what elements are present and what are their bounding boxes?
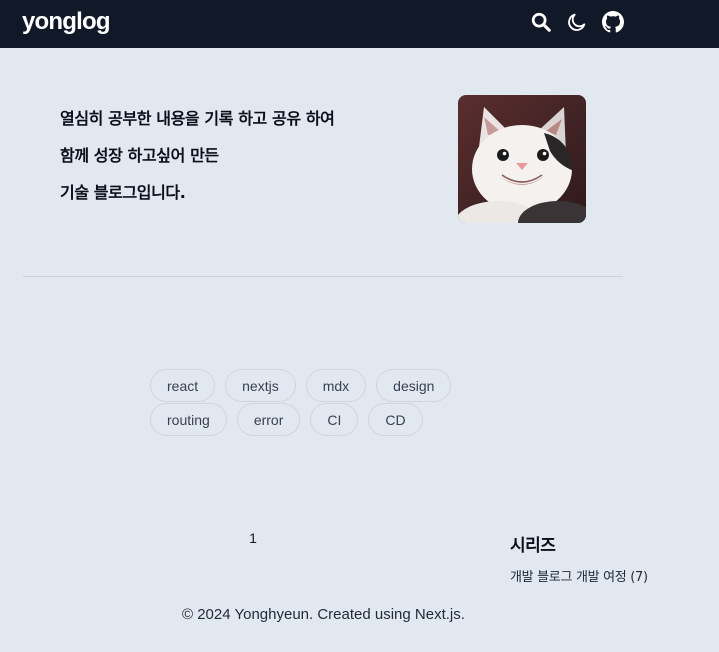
tag-routing[interactable]: routing (150, 403, 227, 436)
footer-text: © 2024 Yonghyeun. Created using Next.js. (182, 606, 465, 623)
top-navbar: yonglog (0, 0, 719, 48)
search-icon[interactable] (530, 11, 552, 33)
series-item[interactable]: 개발 블로그 개발 여정 (7) (510, 566, 648, 585)
tag-nextjs[interactable]: nextjs (225, 369, 296, 402)
tag-cd[interactable]: CD (368, 403, 423, 436)
pagination-page-1[interactable]: 1 (244, 530, 262, 546)
moon-icon[interactable] (566, 11, 588, 33)
tag-list: react nextjs mdx design routing error CI… (150, 369, 460, 436)
intro-line: 기술 블로그입니다. (60, 183, 186, 202)
intro-line: 함께 성장 하고싶어 만든 (60, 146, 219, 165)
site-logo[interactable]: yonglog (22, 8, 111, 36)
tag-design[interactable]: design (376, 369, 452, 402)
intro-line: 열심히 공부한 내용을 기록 하고 공유 하여 (60, 109, 335, 128)
profile-avatar-cat (458, 95, 586, 223)
tag-mdx[interactable]: mdx (305, 369, 367, 402)
tag-ci[interactable]: CI (310, 403, 359, 436)
intro-text: 열심히 공부한 내용을 기록 하고 공유 하여 함께 성장 하고싶어 만든 기술… (60, 106, 390, 217)
github-icon[interactable] (602, 11, 624, 33)
tag-react[interactable]: react (150, 369, 216, 402)
series-heading: 시리즈 (510, 536, 556, 556)
tag-error[interactable]: error (236, 403, 301, 436)
section-divider (23, 276, 623, 277)
